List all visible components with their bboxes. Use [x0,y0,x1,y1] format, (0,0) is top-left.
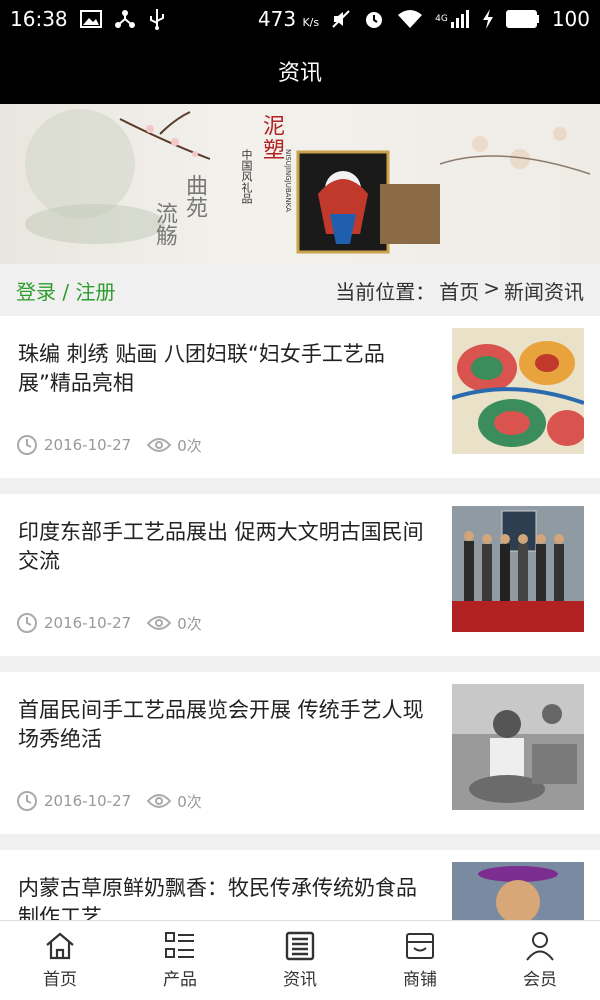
login-register-link[interactable]: 登录 / 注册 [16,276,115,305]
usb-icon [148,8,166,30]
news-thumbnail[interactable] [452,328,584,454]
news-views: 0次 [147,613,202,634]
status-time: 16:38 [10,7,68,31]
home-icon [46,932,74,960]
battery-icon [505,10,540,28]
news-thumbnail[interactable] [452,684,584,810]
banner-left-text-2: 流觞 [152,202,177,246]
clock-icon [17,435,37,455]
signal-icon: 4G [435,10,470,28]
news-views: 0次 [147,435,202,456]
bottom-nav: 首页 产品 资讯 商铺 会员 [0,920,600,1000]
nav-item-member[interactable]: 会员 [480,921,600,1000]
news-date: 2016-10-27 [16,612,131,634]
news-meta: 2016-10-27 0次 [16,434,218,456]
nav-label-store: 商铺 [403,970,437,990]
clock-icon [17,613,37,633]
news-meta: 2016-10-27 0次 [16,790,218,812]
banner[interactable]: 泥塑 中国风礼品 NISUJINGJUBANKA 曲苑 流觞 [0,104,600,264]
share-icon [114,9,136,29]
news-title[interactable]: 珠编 刺绣 贴画 八团妇联“妇女手工艺品展”精品亮相 [18,340,428,398]
banner-subtitle-pinyin: NISUJINGJUBANKA [284,149,292,212]
title-bar: 资讯 [0,38,600,104]
news-thumbnail[interactable] [452,506,584,632]
eye-icon [147,794,172,808]
alarm-icon [363,8,385,30]
news-title[interactable]: 首届民间手工艺品展览会开展 传统手艺人现场秀绝活 [18,696,428,754]
banner-title-main: 泥塑 [259,114,284,162]
battery-level: 100 [551,7,590,31]
news-date: 2016-10-27 [16,790,131,812]
breadcrumb-separator: > [483,275,500,300]
nav-item-news[interactable]: 资讯 [240,921,360,1000]
status-right: 473 K/s 4G 100 [258,7,590,31]
nav-label-news: 资讯 [283,970,317,990]
page-title: 资讯 [277,61,322,86]
nav-item-store[interactable]: 商铺 [360,921,480,1000]
network-speed: 473 K/s [257,7,320,31]
nav-item-home[interactable]: 首页 [0,921,120,1000]
location-bar: 登录 / 注册 当前位置： 首页 > 新闻资讯 [0,264,600,316]
image-icon [79,10,102,28]
mute-icon [331,9,351,29]
news-title[interactable]: 印度东部手工艺品展出 促两大文明古国民间交流 [18,518,428,576]
news-views: 0次 [147,791,202,812]
news-icon [285,931,315,961]
news-item[interactable]: 珠编 刺绣 贴画 八团妇联“妇女手工艺品展”精品亮相 2016-10-27 0次 [0,316,600,478]
store-icon [406,933,434,959]
list-icon [165,932,194,958]
news-title[interactable]: 内蒙古草原鲜奶飘香：牧民传承传统奶食品制作工艺 [18,874,428,920]
breadcrumb-home[interactable]: 首页 [439,276,479,305]
user-icon [526,932,554,961]
nav-label-products: 产品 [163,970,197,990]
news-meta: 2016-10-27 0次 [16,612,218,634]
nav-item-products[interactable]: 产品 [120,921,240,1000]
banner-graphic [25,109,591,254]
news-item[interactable]: 内蒙古草原鲜奶飘香：牧民传承传统奶食品制作工艺 [0,850,600,920]
breadcrumb: 当前位置： 首页 > 新闻资讯 [335,276,584,305]
news-date: 2016-10-27 [16,434,131,456]
eye-icon [147,616,172,630]
wifi-icon [397,9,423,29]
news-item[interactable]: 首届民间手工艺品展览会开展 传统手艺人现场秀绝活 2016-10-27 0次 [0,672,600,834]
news-item[interactable]: 印度东部手工艺品展出 促两大文明古国民间交流 2016-10-27 0次 [0,494,600,656]
charging-icon [482,9,494,29]
eye-icon [147,438,172,452]
location-prefix: 当前位置： [335,279,436,304]
clock-icon [17,791,37,811]
news-list: 珠编 刺绣 贴画 八团妇联“妇女手工艺品展”精品亮相 2016-10-27 0次 [0,316,600,920]
status-left: 16:38 [10,7,166,31]
nav-label-member: 会员 [523,970,557,990]
banner-subtitle-cn: 中国风礼品 [240,149,253,204]
nav-label-home: 首页 [43,970,77,990]
status-bar: 16:38 473 K/s 4G 100 [0,0,600,38]
news-thumbnail[interactable] [452,862,584,920]
breadcrumb-current: 新闻资讯 [504,279,584,304]
banner-left-text-1: 曲苑 [182,174,207,218]
